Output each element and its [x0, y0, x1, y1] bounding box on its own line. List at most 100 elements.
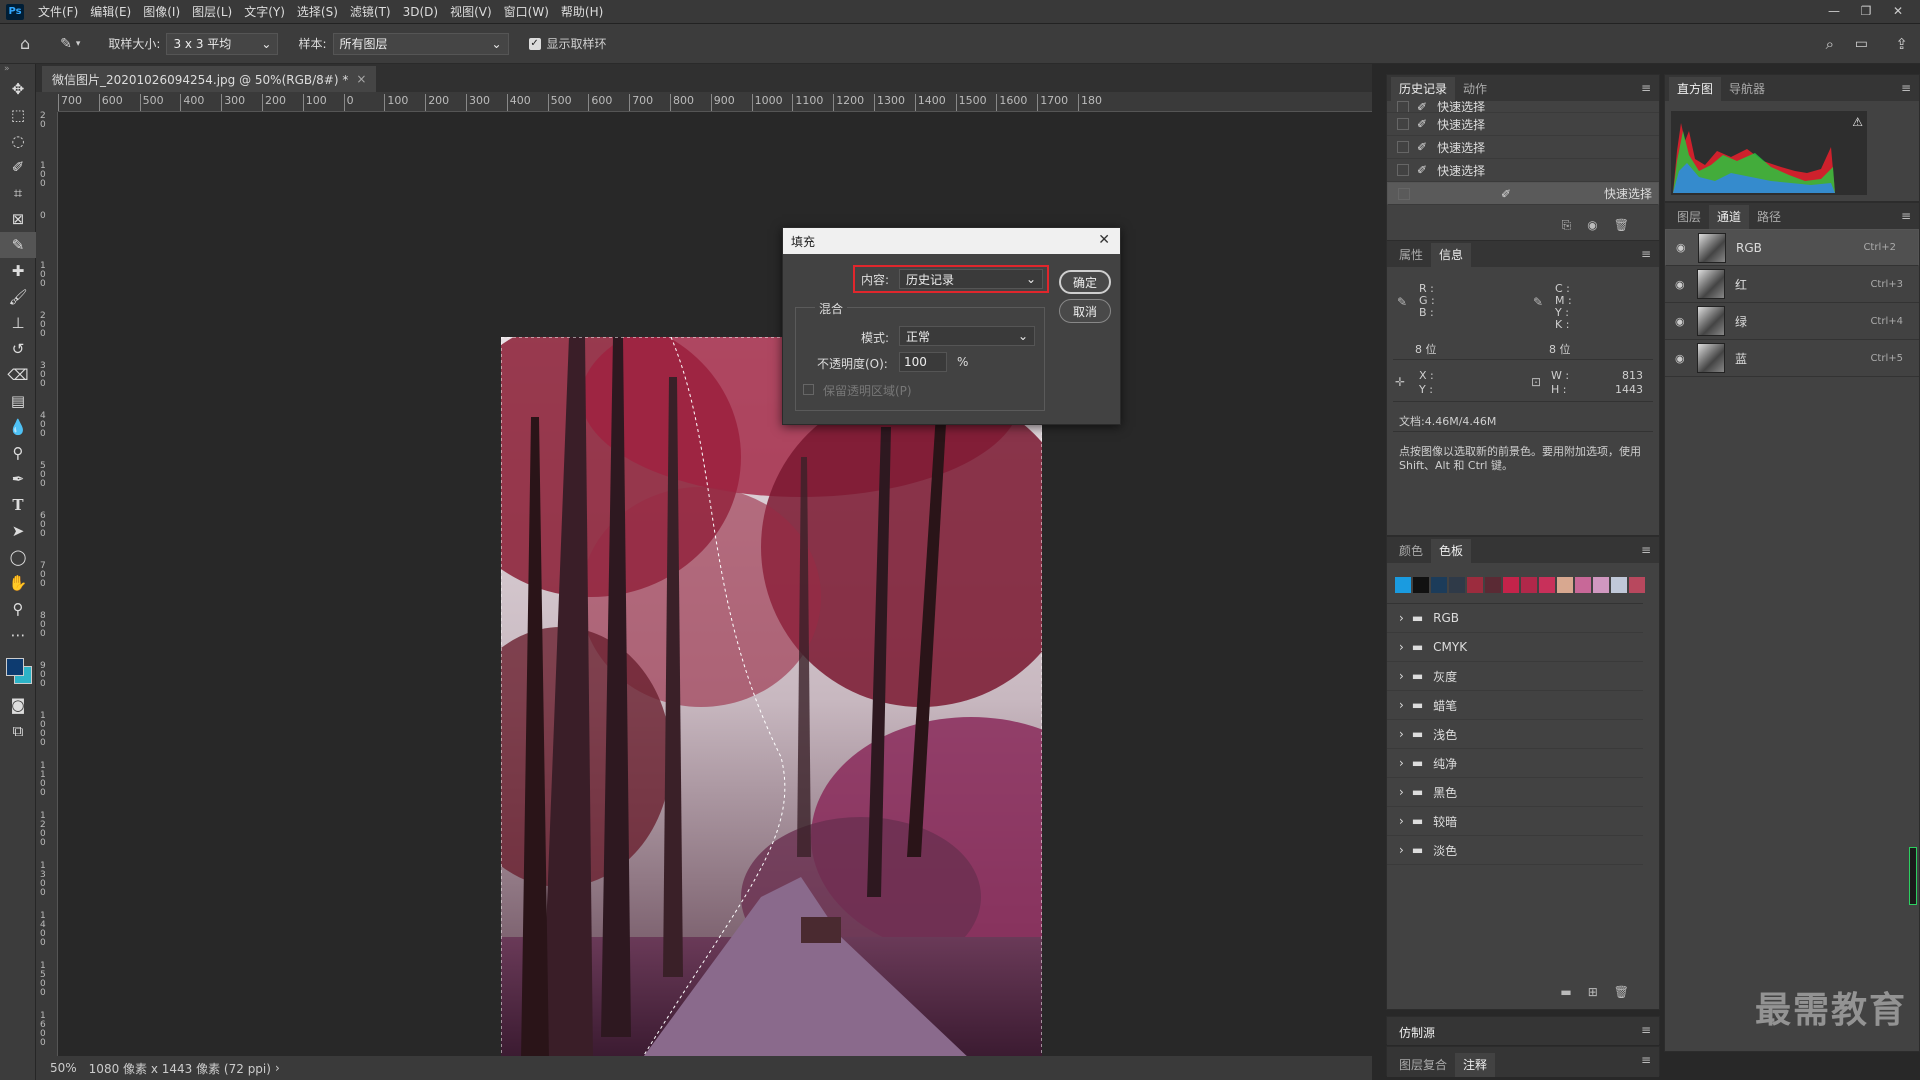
menu-item[interactable]: 滤镜(T) — [344, 0, 397, 24]
more-tools-icon[interactable]: ⋯ — [0, 622, 36, 648]
close-tab-icon[interactable]: × — [356, 72, 366, 86]
menu-item[interactable]: 帮助(H) — [555, 0, 609, 24]
color-swatch[interactable] — [1539, 577, 1555, 593]
panel-tab[interactable]: 历史记录 — [1391, 77, 1456, 101]
screen-mode-icon[interactable]: ⧉ — [0, 718, 36, 744]
chevron-right-icon[interactable]: › — [1399, 756, 1404, 770]
eyedropper-tool-icon[interactable]: ✎ — [60, 36, 72, 52]
dodge-tool-icon[interactable]: ⚲ — [0, 440, 36, 466]
chevron-right-icon[interactable]: › — [1399, 611, 1404, 625]
color-swatch[interactable] — [1503, 577, 1519, 593]
blur-tool-icon[interactable]: 💧 — [0, 414, 36, 440]
panel-tab[interactable]: 路径 — [1749, 205, 1789, 229]
history-checkbox[interactable] — [1397, 141, 1409, 153]
chevron-down-icon[interactable]: ▾ — [76, 39, 81, 49]
menu-item[interactable]: 视图(V) — [444, 0, 498, 24]
panel-menu-icon[interactable]: ≡ — [1901, 81, 1911, 95]
foreground-color-swatch[interactable] — [6, 658, 24, 676]
color-swatches[interactable] — [0, 648, 35, 692]
collapse-icon[interactable]: » — [0, 64, 35, 76]
brush-tool-icon[interactable]: 🖌 — [0, 284, 36, 310]
eye-icon[interactable]: ◉ — [1676, 241, 1690, 254]
color-swatch[interactable] — [1593, 577, 1609, 593]
minimize-icon[interactable]: — — [1818, 0, 1850, 22]
chevron-right-icon[interactable]: › — [1399, 843, 1404, 857]
eraser-tool-icon[interactable]: ⌫ — [0, 362, 36, 388]
eye-icon[interactable]: ◉ — [1675, 278, 1689, 291]
chevron-right-icon[interactable]: › — [1399, 669, 1404, 683]
type-tool-icon[interactable]: T — [0, 492, 36, 518]
zoom-tool-icon[interactable]: ⚲ — [0, 596, 36, 622]
channel-row[interactable]: ◉ 蓝 Ctrl+5 — [1665, 340, 1919, 377]
panel-tab[interactable]: 图层复合 — [1391, 1053, 1455, 1077]
ok-button[interactable]: 确定 — [1059, 270, 1111, 294]
menu-item[interactable]: 3D(D) — [397, 0, 444, 24]
camera-icon[interactable]: ◉ — [1587, 218, 1597, 233]
color-swatch[interactable] — [1395, 577, 1411, 593]
history-checkbox[interactable] — [1397, 101, 1409, 112]
color-swatch[interactable] — [1521, 577, 1537, 593]
chevron-right-icon[interactable]: › — [1399, 698, 1404, 712]
swatch-folder[interactable]: › ▬ 灰度 — [1387, 662, 1643, 691]
color-swatch[interactable] — [1575, 577, 1591, 593]
panel-tab[interactable]: 色板 — [1431, 539, 1472, 563]
color-swatch[interactable] — [1611, 577, 1627, 593]
crop-tool-icon[interactable]: ⌗ — [0, 180, 36, 206]
history-brush-icon[interactable]: ↺ — [0, 336, 36, 362]
menu-item[interactable]: 选择(S) — [291, 0, 344, 24]
document-image[interactable] — [501, 337, 1042, 1060]
swatch-folder[interactable]: › ▬ CMYK — [1387, 633, 1643, 662]
eye-icon[interactable]: ◉ — [1675, 315, 1689, 328]
document-tab[interactable]: 微信图片_20201026094254.jpg @ 50%(RGB/8#) * … — [42, 66, 377, 92]
swatch-folder[interactable]: › ▬ 浅色 — [1387, 720, 1643, 749]
color-swatch[interactable] — [1629, 577, 1645, 593]
panel-tab[interactable]: 直方图 — [1669, 77, 1722, 101]
healing-brush-icon[interactable]: ✚ — [0, 258, 36, 284]
menu-item[interactable]: 文字(Y) — [238, 0, 291, 24]
restore-icon[interactable]: ❐ — [1850, 0, 1882, 22]
content-select[interactable]: 历史记录 ⌄ — [899, 269, 1043, 289]
status-menu-icon[interactable]: › — [275, 1061, 280, 1075]
panel-tab[interactable]: 图层 — [1669, 205, 1709, 229]
scrollbar[interactable] — [1909, 847, 1917, 905]
panel-tab[interactable]: 属性 — [1391, 243, 1431, 267]
gradient-tool-icon[interactable]: ▤ — [0, 388, 36, 414]
eyedropper-icon[interactable]: ✎ — [0, 232, 36, 258]
dialog-close-icon[interactable]: ✕ — [1098, 232, 1110, 248]
show-ring-checkbox[interactable]: ✓ — [528, 37, 541, 50]
canvas-area[interactable] — [58, 112, 1372, 1060]
menu-item[interactable]: 窗口(W) — [498, 0, 555, 24]
menu-item[interactable]: 图像(I) — [137, 0, 186, 24]
panel-menu-icon[interactable]: ≡ — [1641, 247, 1651, 261]
color-swatch[interactable] — [1467, 577, 1483, 593]
search-icon[interactable]: ⌕ — [1826, 35, 1834, 53]
swatch-folder[interactable]: › ▬ 淡色 — [1387, 836, 1643, 865]
panel-menu-icon[interactable]: ≡ — [1901, 209, 1911, 223]
panel-menu-icon[interactable]: ≡ — [1641, 1023, 1651, 1037]
history-checkbox[interactable] — [1398, 187, 1410, 200]
trash-icon[interactable]: 🗑 — [1614, 218, 1629, 233]
share-icon[interactable]: ⇪ — [1895, 35, 1908, 53]
swatch-folder[interactable]: › ▬ RGB — [1387, 604, 1643, 633]
swatch-folder[interactable]: › ▬ 纯净 — [1387, 749, 1643, 778]
color-swatch[interactable] — [1449, 577, 1465, 593]
sample-size-select[interactable]: 3 x 3 平均 ⌄ — [166, 32, 279, 55]
channel-row[interactable]: ◉ RGB Ctrl+2 — [1665, 229, 1919, 266]
quick-select-tool-icon[interactable]: ✐ — [0, 154, 36, 180]
eye-icon[interactable]: ◉ — [1675, 352, 1689, 365]
pen-tool-icon[interactable]: ✒ — [0, 466, 36, 492]
history-row[interactable]: ✐ 快速选择 — [1387, 136, 1659, 159]
mode-select[interactable]: 正常 ⌄ — [899, 326, 1035, 346]
panel-tab[interactable]: 信息 — [1431, 243, 1472, 267]
chevron-right-icon[interactable]: › — [1399, 727, 1404, 741]
color-swatch[interactable] — [1557, 577, 1573, 593]
history-row[interactable]: ✐ 快速选择 — [1387, 159, 1659, 182]
trash-icon[interactable]: 🗑 — [1614, 985, 1629, 999]
hand-tool-icon[interactable]: ✋ — [0, 570, 36, 596]
panel-tab[interactable]: 注释 — [1455, 1053, 1496, 1077]
workspace-icon[interactable]: ▭ — [1855, 36, 1868, 52]
move-tool-icon[interactable]: ✥ — [0, 76, 36, 102]
menu-item[interactable]: 图层(L) — [186, 0, 238, 24]
color-swatch[interactable] — [1431, 577, 1447, 593]
clone-source-tab[interactable]: 仿制源 — [1391, 1021, 1444, 1045]
